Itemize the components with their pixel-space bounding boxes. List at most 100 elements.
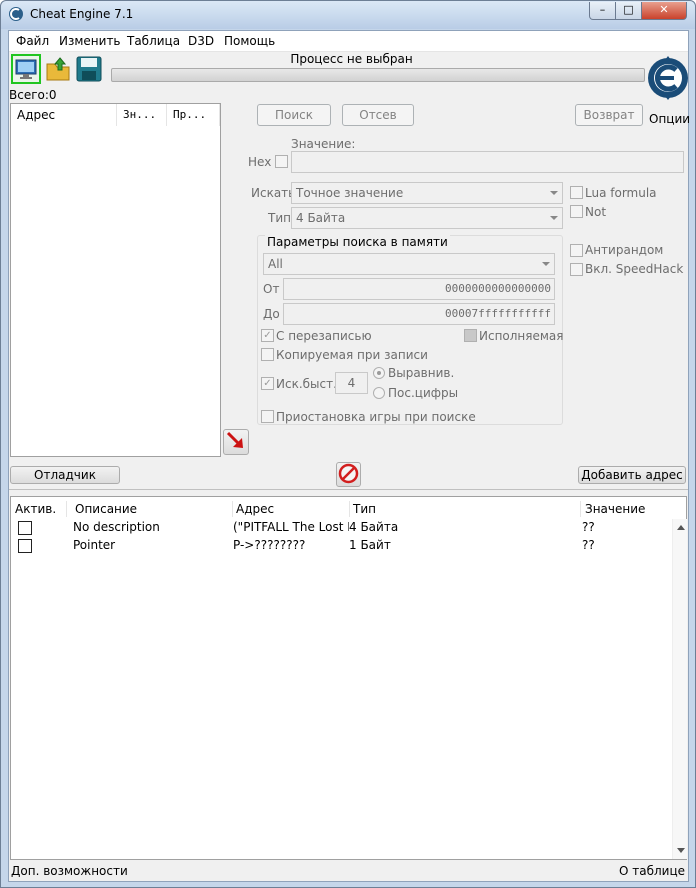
red-arrow-down-right-icon: [226, 431, 243, 448]
alignment-radio[interactable]: [373, 367, 385, 379]
memory-region-select[interactable]: All: [263, 253, 555, 275]
menu-table[interactable]: Таблица: [127, 34, 180, 48]
executable-checkbox[interactable]: [464, 329, 477, 342]
found-count: Всего:0: [9, 88, 57, 102]
speedhack-label: Вкл. SpeedHack: [585, 262, 684, 276]
column-separator: [580, 501, 581, 517]
hex-checkbox[interactable]: [275, 155, 288, 168]
antirandom-label: Антирандом: [585, 243, 664, 257]
scroll-up-arrow-icon[interactable]: [677, 525, 685, 530]
row-type: 4 Байта: [349, 520, 399, 534]
options-label[interactable]: Опции: [649, 112, 690, 126]
close-button[interactable]: ✕: [641, 2, 687, 20]
menu-file[interactable]: Файл: [16, 34, 49, 48]
scan-type-select[interactable]: Точное значение: [291, 182, 563, 204]
copy-on-write-label: Копируемая при записи: [276, 348, 428, 362]
row-value: ??: [582, 538, 595, 552]
writable-label: С перезаписью: [276, 329, 372, 343]
cheat-engine-logo-icon: [648, 56, 688, 100]
maximize-button[interactable]: □: [615, 2, 642, 20]
menu-edit[interactable]: Изменить: [59, 34, 121, 48]
copy-on-write-checkbox[interactable]: [261, 348, 274, 361]
row-description: Pointer: [73, 538, 116, 552]
antirandom-checkbox[interactable]: [570, 244, 583, 257]
splitter[interactable]: [9, 489, 688, 496]
row-type: 1 Байт: [349, 538, 391, 552]
scan-progress-bar: [111, 68, 645, 82]
next-scan-button[interactable]: Отсев: [342, 104, 414, 126]
row-active-checkbox[interactable]: [18, 521, 32, 535]
open-process-icon: [15, 59, 37, 79]
executable-label: Исполняемая: [479, 329, 564, 343]
row-value: ??: [582, 520, 595, 534]
col-address[interactable]: Адрес: [236, 501, 274, 517]
to-label: До: [263, 307, 280, 321]
chevron-down-icon: [550, 191, 558, 195]
memory-view-button[interactable]: Отладчик: [10, 466, 120, 484]
row-active-checkbox[interactable]: [18, 539, 32, 553]
value-label: Значение:: [291, 137, 356, 151]
menu-d3d[interactable]: D3D: [188, 34, 214, 48]
col-value[interactable]: Значение: [585, 501, 645, 517]
scroll-down-arrow-icon[interactable]: [677, 848, 685, 853]
from-label: От: [263, 282, 280, 296]
speedhack-checkbox[interactable]: [570, 263, 583, 276]
hex-label: Hex: [248, 155, 272, 169]
menu-bar: Файл Изменить Таблица D3D Помощь: [9, 31, 688, 52]
value-type-select[interactable]: 4 Байта: [291, 207, 563, 229]
save-icon: [76, 56, 102, 82]
scan-type-label: Искать: [251, 186, 296, 200]
pause-game-checkbox[interactable]: [261, 410, 274, 423]
menu-help[interactable]: Помощь: [224, 34, 275, 48]
scan-type-value: Точное значение: [296, 186, 404, 200]
col-description[interactable]: Описание: [75, 501, 137, 517]
value-type-value: 4 Байта: [296, 211, 346, 225]
found-results-list[interactable]: Адрес Зн... Пр...: [10, 103, 221, 457]
stop-button[interactable]: [336, 462, 361, 487]
alignment-label: Выравнив.: [388, 366, 455, 380]
last-digits-label: Пос.цифры: [388, 386, 459, 400]
cheat-engine-icon: [9, 7, 23, 21]
row-address: ("PITFALL The Lost Exp: [233, 520, 349, 534]
open-file-button[interactable]: [45, 55, 75, 85]
title-bar[interactable]: Cheat Engine 7.1 – □ ✕: [1, 1, 695, 29]
table-extras-link[interactable]: О таблице: [619, 864, 685, 878]
col-active[interactable]: Актив.: [15, 501, 56, 517]
value-type-label: Тип: [268, 211, 291, 225]
found-col-previous[interactable]: Пр...: [167, 104, 220, 126]
start-address-input[interactable]: 0000000000000000: [283, 278, 555, 300]
first-scan-button[interactable]: Поиск: [257, 104, 331, 126]
open-file-icon: [46, 57, 70, 81]
scan-value-input[interactable]: [291, 151, 684, 173]
stop-address-input[interactable]: 00007fffffffffff: [283, 303, 555, 325]
memory-scan-options-title: Параметры поиска в памяти: [265, 235, 450, 249]
not-label: Not: [585, 205, 607, 219]
status-bar: Доп. возможности О таблице: [9, 861, 688, 881]
advanced-options-link[interactable]: Доп. возможности: [11, 864, 128, 878]
address-table[interactable]: Актив. Описание Адрес Тип Значение No de…: [10, 496, 687, 860]
row-address: P->????????: [233, 538, 306, 552]
found-col-value[interactable]: Зн...: [117, 104, 167, 126]
minimize-button[interactable]: –: [589, 2, 616, 20]
add-selected-to-list-button[interactable]: [223, 429, 249, 455]
fast-scan-checkbox[interactable]: ✓: [261, 377, 274, 390]
chevron-down-icon: [542, 262, 550, 266]
vertical-scrollbar[interactable]: [672, 519, 687, 859]
row-description: No description: [73, 520, 160, 534]
lua-formula-checkbox[interactable]: [570, 186, 583, 199]
cheat-engine-logo-button[interactable]: [646, 53, 690, 111]
process-label: Процесс не выбран: [290, 52, 413, 66]
undo-scan-button[interactable]: Возврат: [575, 104, 643, 126]
not-checkbox[interactable]: [570, 205, 583, 218]
last-digits-radio[interactable]: [373, 387, 385, 399]
save-button[interactable]: [75, 55, 105, 85]
writable-checkbox[interactable]: ✓: [261, 329, 274, 342]
open-process-button[interactable]: [11, 54, 41, 84]
col-type[interactable]: Тип: [353, 501, 376, 517]
add-address-button[interactable]: Добавить адрес: [578, 466, 686, 484]
lua-formula-label: Lua formula: [585, 186, 657, 200]
found-col-address[interactable]: Адрес: [11, 104, 117, 126]
column-separator: [66, 501, 67, 517]
fast-scan-input[interactable]: 4: [335, 372, 368, 394]
window-title: Cheat Engine 7.1: [30, 7, 134, 21]
